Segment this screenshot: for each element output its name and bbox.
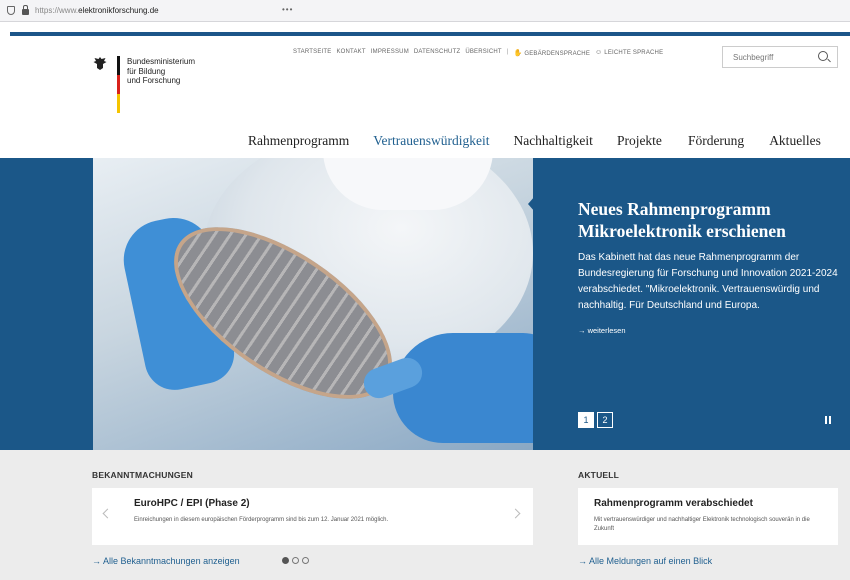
- slider-pager: 1 2: [578, 412, 613, 428]
- announcement-text: Einreichungen in diesem europäischen För…: [134, 517, 389, 523]
- sign-language-label: GEBÄRDENSPRACHE: [524, 51, 591, 57]
- header-accent-line: [10, 32, 850, 36]
- logo-text: Bundesministerium für Bildung und Forsch…: [127, 57, 247, 86]
- all-announcements-link[interactable]: → Alle Bekanntmachungen anzeigen: [92, 556, 240, 566]
- main-nav: Rahmenprogramm Vertrauenswürdigkeit Nach…: [248, 133, 821, 149]
- all-news-link[interactable]: → Alle Meldungen auf einen Blick: [578, 556, 712, 566]
- service-link-uebersicht[interactable]: ÜBERSICHT: [465, 49, 501, 57]
- slider-page-2[interactable]: 2: [597, 412, 613, 428]
- browser-url-bar[interactable]: https://www.elektronikforschung.de •••: [0, 0, 850, 22]
- pause-icon[interactable]: [825, 416, 832, 424]
- slider-page-1[interactable]: 1: [578, 412, 594, 428]
- announcement-dots: [282, 557, 309, 564]
- service-link-impressum[interactable]: IMPRESSUM: [371, 49, 409, 57]
- easy-language-label: LEICHTE SPRACHE: [604, 50, 664, 56]
- nav-vertrauenswuerdigkeit[interactable]: Vertrauenswürdigkeit: [373, 133, 489, 149]
- news-title: AKTUELL: [578, 470, 620, 480]
- shield-icon[interactable]: [7, 6, 15, 15]
- german-flag-bar: [117, 56, 120, 114]
- service-link-datenschutz[interactable]: DATENSCHUTZ: [414, 49, 460, 57]
- hero-title[interactable]: Neues Rahmenprogramm Mikroelektronik ers…: [578, 198, 843, 242]
- chevron-left-icon[interactable]: [102, 508, 113, 519]
- announcements-title: BEKANNTMACHUNGEN: [92, 470, 193, 480]
- news-card-text: Mit vertrauenswürdiger und nachhaltiger …: [594, 517, 810, 532]
- teaser-section: BEKANNTMACHUNGEN EuroHPC / EPI (Phase 2)…: [0, 450, 850, 580]
- hero-image-wafer: [93, 158, 533, 450]
- search-icon[interactable]: [818, 51, 828, 61]
- url-text[interactable]: https://www.elektronikforschung.de: [35, 6, 159, 15]
- news-card[interactable]: Rahmenprogramm verabschiedet Mit vertrau…: [578, 488, 838, 545]
- nav-nachhaltigkeit[interactable]: Nachhaltigkeit: [513, 133, 592, 149]
- browser-menu-button[interactable]: •••: [282, 5, 840, 14]
- hero-teaser: Neues Rahmenprogramm Mikroelektronik ers…: [578, 198, 843, 335]
- hero-slider: Neues Rahmenprogramm Mikroelektronik ers…: [0, 158, 850, 450]
- eagle-icon: [93, 56, 107, 70]
- hero-text: Das Kabinett hat das neue Rahmenprogramm…: [578, 252, 838, 311]
- chevron-right-icon[interactable]: [510, 508, 521, 519]
- hero-read-more-link[interactable]: → weiterlesen: [578, 326, 843, 335]
- nav-aktuelles[interactable]: Aktuelles: [769, 133, 821, 149]
- nav-rahmenprogramm[interactable]: Rahmenprogramm: [248, 133, 349, 149]
- url-domain: elektronikforschung.de: [78, 6, 159, 15]
- service-separator: |: [506, 49, 509, 55]
- lock-icon: [22, 4, 29, 15]
- logo-line-2: für Bildung: [127, 66, 166, 76]
- dot-3[interactable]: [302, 557, 309, 564]
- easy-language-icon: ☺: [595, 49, 603, 56]
- logo-line-3: und Forschung: [127, 76, 181, 85]
- announcement-title[interactable]: EuroHPC / EPI (Phase 2): [134, 498, 250, 509]
- search-input[interactable]: [733, 47, 823, 68]
- dot-1[interactable]: [282, 557, 289, 564]
- dot-2[interactable]: [292, 557, 299, 564]
- announcement-card[interactable]: EuroHPC / EPI (Phase 2) Einreichungen in…: [92, 488, 533, 545]
- service-nav: STARTSEITE KONTAKT IMPRESSUM DATENSCHUTZ…: [293, 49, 663, 57]
- nav-foerderung[interactable]: Förderung: [688, 133, 744, 149]
- news-card-title[interactable]: Rahmenprogramm verabschiedet: [594, 498, 753, 509]
- url-prefix: https://www.: [35, 6, 79, 15]
- service-link-kontakt[interactable]: KONTAKT: [336, 49, 365, 57]
- glove-right: [393, 333, 533, 443]
- teaser-pointer: [528, 196, 535, 212]
- search-box: [722, 46, 838, 68]
- service-link-leichte-sprache[interactable]: ☺ LEICHTE SPRACHE: [595, 49, 663, 57]
- nav-projekte[interactable]: Projekte: [617, 133, 662, 149]
- logo-line-1: Bundesministerium: [127, 57, 196, 66]
- service-link-gebaerdensprache[interactable]: ✋ GEBÄRDENSPRACHE: [514, 49, 590, 57]
- sign-language-icon: ✋: [513, 50, 523, 57]
- service-link-startseite[interactable]: STARTSEITE: [293, 49, 331, 57]
